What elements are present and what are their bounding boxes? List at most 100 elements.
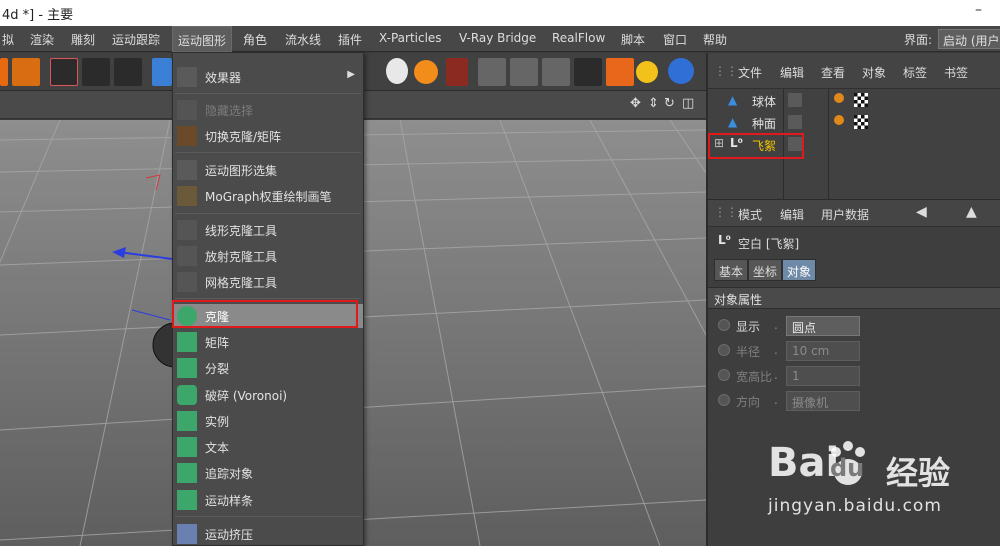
submenu-arrow-icon: ▶ [347, 69, 355, 80]
om-menu-file[interactable]: 文件 [738, 64, 762, 81]
menu-character[interactable]: 角色 [243, 31, 267, 48]
menu-plugins[interactable]: 插件 [338, 31, 362, 48]
menu-vray-bridge[interactable]: V-Ray Bridge [459, 31, 536, 45]
menu-realflow[interactable]: RealFlow [552, 31, 605, 45]
om-menu-object[interactable]: 对象 [862, 64, 886, 81]
object-row-sphere[interactable]: ▲ 球体 [708, 89, 1000, 113]
pan-view-icon[interactable]: ⇕ [648, 96, 659, 111]
am-menu-edit[interactable]: 编辑 [780, 206, 804, 223]
animate-radio-icon [718, 344, 730, 356]
menu-item-effector[interactable]: 效果器 ▶ [173, 65, 363, 89]
prop-display[interactable]: 显示 . 圆点 [716, 315, 996, 337]
move-view-icon[interactable]: ✥ [630, 96, 641, 111]
animate-radio-icon [718, 369, 730, 381]
menu-item-moextrude[interactable]: 运动挤压 [173, 522, 363, 546]
material-tag-icon[interactable] [834, 115, 844, 125]
dots-array-icon[interactable] [542, 58, 570, 86]
moextrude-icon [177, 524, 197, 544]
menu-item-toggle-clone-matrix[interactable]: 切换克隆/矩阵 [173, 124, 363, 148]
sky-object-icon[interactable] [668, 58, 694, 84]
object-name[interactable]: 球体 [752, 93, 776, 110]
om-menu-view[interactable]: 查看 [821, 64, 845, 81]
checker-texture-tag-icon[interactable] [854, 115, 868, 129]
menu-render[interactable]: 渲染 [30, 31, 54, 48]
tab-object[interactable]: 对象 [782, 259, 817, 281]
menu-item-label: 运动图形选集 [205, 164, 278, 178]
menu-x-particles[interactable]: X-Particles [379, 31, 442, 45]
menu-item-radial-clone-tool[interactable]: 放射克隆工具 [173, 244, 363, 268]
menu-item-label: 隐藏选择 [205, 104, 254, 118]
render-picture-viewer-icon[interactable] [82, 58, 110, 86]
aspect-ratio-field: 1 [786, 366, 860, 386]
object-row-plane[interactable]: ▲ 种面 [708, 111, 1000, 135]
visibility-toggle-icon[interactable] [788, 93, 802, 107]
panel-grip-icon[interactable]: ⋮⋮ [714, 205, 738, 219]
menu-item-voronoi-fracture[interactable]: 破碎 (Voronoi) [173, 383, 363, 407]
minimize-button[interactable]: – [975, 2, 982, 18]
light-icon[interactable] [386, 58, 408, 84]
menu-script[interactable]: 脚本 [621, 31, 645, 48]
section-object-properties: 对象属性 [708, 287, 1000, 309]
menu-window[interactable]: 窗口 [663, 31, 687, 48]
animate-radio-icon [718, 394, 730, 406]
prop-orientation: 方向 . 摄像机 [716, 390, 996, 412]
panel-grip-icon[interactable]: ⋮⋮ [714, 64, 738, 78]
frame-icon[interactable] [606, 58, 634, 86]
light-bulb-icon[interactable] [636, 61, 658, 83]
am-menu-user-data[interactable]: 用户数据 [821, 206, 869, 223]
material-sphere-icon[interactable] [414, 60, 438, 84]
cube-object-icon[interactable] [152, 58, 172, 86]
layout-label: 界面: [904, 33, 933, 47]
menu-item-mograph-selection[interactable]: 运动图形选集 [173, 158, 363, 182]
menu-item-grid-clone-tool[interactable]: 网格克隆工具 [173, 270, 363, 294]
prop-dots: . [774, 343, 778, 357]
menu-simulate[interactable]: 拟 [2, 31, 14, 48]
back-arrow-icon[interactable]: ◀ [916, 204, 927, 220]
menu-motion-tracking[interactable]: 运动跟踪 [112, 31, 160, 48]
render-view-icon[interactable] [50, 58, 78, 86]
checker-texture-tag-icon[interactable] [854, 93, 868, 107]
menu-item-weight-paint-brush[interactable]: MoGraph权重绘制画笔 [173, 184, 363, 208]
om-menu-bookmarks[interactable]: 书签 [944, 64, 968, 81]
render-settings-icon[interactable] [114, 58, 142, 86]
toolbar-partial-icon[interactable] [0, 58, 8, 86]
menu-item-label: 文本 [205, 441, 230, 455]
prop-label: 半径 [736, 345, 761, 359]
cloner-highlight-box [172, 300, 358, 328]
up-arrow-icon[interactable]: ▲ [966, 204, 977, 220]
object-name[interactable]: 种面 [752, 115, 776, 132]
cube-primitive-icon[interactable] [12, 58, 40, 86]
help-icon[interactable] [446, 58, 468, 86]
menu-item-mospline[interactable]: 运动样条 [173, 488, 363, 512]
am-menu-mode[interactable]: 模式 [738, 206, 762, 223]
menu-pipeline[interactable]: 流水线 [285, 31, 321, 48]
deformer-icon[interactable] [478, 58, 506, 86]
rotate-view-icon[interactable]: ↻ [664, 96, 675, 111]
layout-select[interactable]: 启动 (用户 [938, 29, 1000, 49]
menu-item-tracer[interactable]: 追踪对象 [173, 461, 363, 485]
visibility-toggle-icon[interactable] [788, 115, 802, 129]
material-tag-icon[interactable] [834, 93, 844, 103]
linear-clone-tool-icon [177, 220, 197, 240]
menu-mograph[interactable]: 运动图形 [172, 26, 233, 52]
fracture-icon [177, 358, 197, 378]
menu-item-text[interactable]: 文本 [173, 435, 363, 459]
menu-sculpt[interactable]: 雕刻 [71, 31, 95, 48]
prop-label: 方向 [736, 395, 761, 409]
om-menu-edit[interactable]: 编辑 [780, 64, 804, 81]
grid-array-icon[interactable] [510, 58, 538, 86]
tab-basic[interactable]: 基本 [714, 259, 749, 281]
tab-coordinates[interactable]: 坐标 [748, 259, 783, 281]
menu-help[interactable]: 帮助 [703, 31, 727, 48]
maximize-view-icon[interactable]: ◫ [682, 96, 694, 111]
film-icon[interactable] [574, 58, 602, 86]
display-dropdown[interactable]: 圆点 [786, 316, 860, 336]
animate-radio-icon[interactable] [718, 319, 730, 331]
menu-item-fracture[interactable]: 分裂 [173, 356, 363, 380]
menu-item-instance[interactable]: 实例 [173, 409, 363, 433]
menu-item-matrix[interactable]: 矩阵 [173, 330, 363, 354]
instance-icon [177, 411, 197, 431]
menu-item-linear-clone-tool[interactable]: 线形克隆工具 [173, 218, 363, 242]
weight-paint-brush-icon [177, 186, 197, 206]
om-menu-tags[interactable]: 标签 [903, 64, 927, 81]
